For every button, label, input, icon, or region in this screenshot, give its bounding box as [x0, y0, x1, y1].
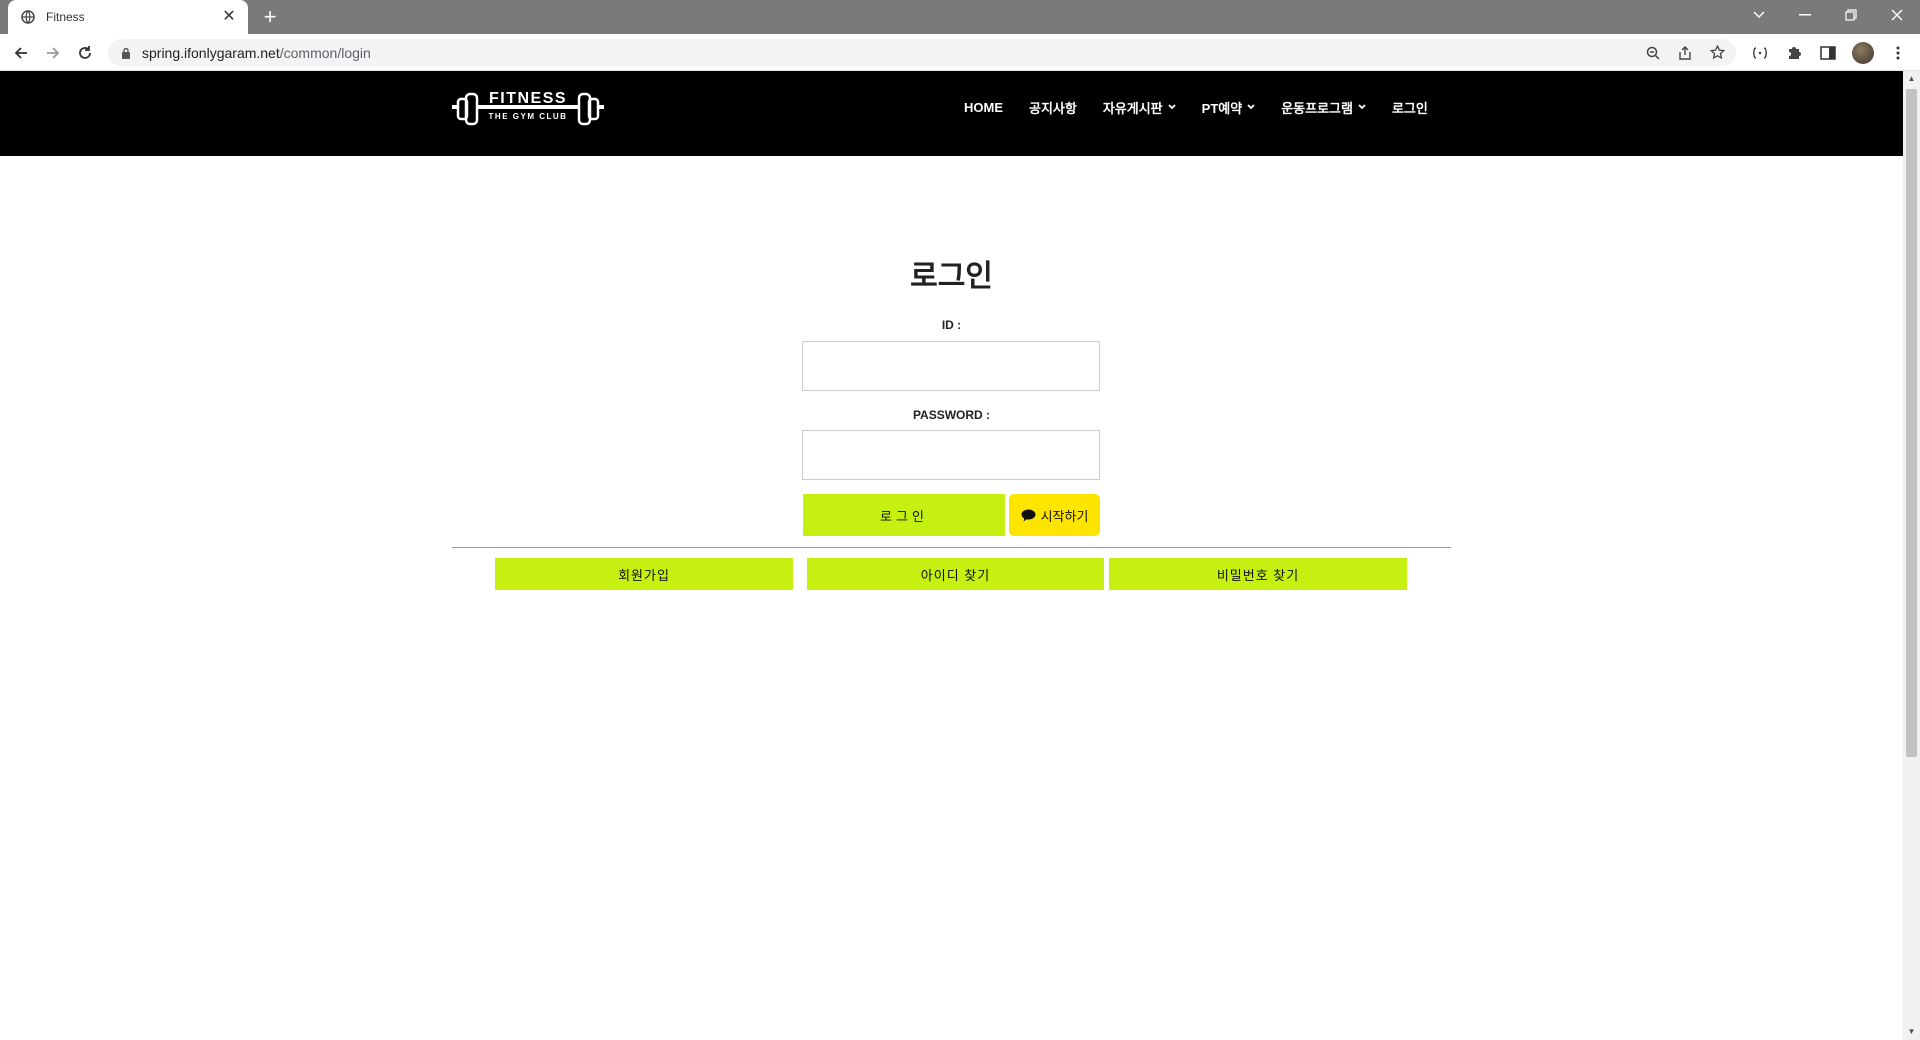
nav-label: 운동프로그램 — [1281, 100, 1353, 116]
nav-pt-reservation[interactable]: PT예약 — [1202, 98, 1256, 117]
logo-graphic: FITNESS THE GYM CLUB — [452, 90, 604, 126]
address-bar[interactable]: spring.ifonlygaram.net/common/login — [108, 39, 1736, 66]
globe-icon — [20, 9, 36, 25]
kebab-menu-icon[interactable] — [1888, 43, 1908, 63]
page-viewport: FITNESS THE GYM CLUB HOME 공지사항 자유게시판 PT예… — [0, 71, 1903, 1040]
scroll-down-icon[interactable]: ▼ — [1903, 1024, 1920, 1040]
find-password-button[interactable]: 비밀번호 찾기 — [1109, 558, 1407, 590]
extension-braces-icon[interactable] — [1750, 43, 1770, 63]
divider — [452, 547, 1451, 548]
back-arrow-icon[interactable] — [8, 40, 34, 66]
password-label: PASSWORD : — [912, 408, 991, 422]
omnibox-actions — [1644, 39, 1726, 66]
window-controls — [1736, 0, 1920, 34]
speech-bubble-icon — [1021, 509, 1036, 522]
id-label: ID : — [941, 318, 962, 332]
nav-login[interactable]: 로그인 — [1392, 98, 1428, 117]
page-title: 로그인 — [910, 259, 993, 294]
id-input[interactable] — [802, 341, 1100, 391]
main-nav: HOME 공지사항 자유게시판 PT예약 운동프로그램 로그인 — [964, 95, 1454, 119]
new-tab-button[interactable]: + — [258, 5, 282, 29]
profile-avatar[interactable] — [1852, 42, 1874, 64]
tab-search-icon[interactable] — [1736, 0, 1782, 30]
chevron-down-icon — [1247, 102, 1255, 112]
logo-main-text: FITNESS — [489, 90, 567, 107]
nav-notice[interactable]: 공지사항 — [1029, 98, 1077, 117]
url-text: spring.ifonlygaram.net/common/login — [142, 44, 371, 61]
logo-sub-text: THE GYM CLUB — [489, 112, 568, 121]
side-panel-icon[interactable] — [1818, 43, 1838, 63]
browser-tab[interactable]: Fitness ✕ — [8, 0, 248, 34]
nav-label: 로그인 — [1391, 100, 1428, 116]
signup-button[interactable]: 회원가입 — [495, 558, 793, 590]
restore-icon[interactable] — [1828, 0, 1874, 30]
login-button[interactable]: 로그인 — [803, 494, 1005, 536]
find-id-button[interactable]: 아이디 찾기 — [807, 558, 1104, 590]
lock-icon — [120, 47, 132, 59]
site-header: FITNESS THE GYM CLUB HOME 공지사항 자유게시판 PT예… — [0, 71, 1903, 156]
chevron-down-icon — [1168, 102, 1176, 112]
page-scrollbar[interactable]: ▲ ▼ — [1903, 71, 1920, 1040]
nav-label: 자유게시판 — [1102, 100, 1163, 116]
puzzle-icon[interactable] — [1784, 43, 1804, 63]
zoom-icon[interactable] — [1644, 44, 1662, 62]
scroll-up-icon[interactable]: ▲ — [1903, 71, 1920, 87]
kakao-label: 시작하기 — [1040, 508, 1089, 524]
fitness-logo[interactable]: FITNESS THE GYM CLUB — [452, 85, 604, 135]
reload-icon[interactable] — [72, 40, 98, 66]
share-icon[interactable] — [1676, 44, 1694, 62]
minimize-icon[interactable] — [1782, 0, 1828, 30]
scroll-thumb[interactable] — [1906, 89, 1917, 757]
browser-tab-strip: Fitness ✕ + — [0, 0, 1920, 34]
forward-arrow-icon[interactable] — [40, 40, 66, 66]
password-input[interactable] — [802, 430, 1100, 480]
nav-label: 공지사항 — [1029, 100, 1077, 116]
nav-label: HOME — [964, 99, 1003, 115]
tab-title: Fitness — [46, 10, 85, 24]
kakao-login-button[interactable]: 시작하기 — [1009, 494, 1100, 536]
browser-toolbar: spring.ifonlygaram.net/common/login — [0, 34, 1920, 71]
nav-free-board[interactable]: 자유게시판 — [1103, 98, 1176, 117]
nav-workout-program[interactable]: 운동프로그램 — [1281, 98, 1366, 117]
close-tab-icon[interactable]: ✕ — [220, 8, 238, 26]
chevron-down-icon — [1358, 102, 1366, 112]
star-icon[interactable] — [1708, 44, 1726, 62]
nav-label: PT예약 — [1201, 100, 1243, 116]
nav-home[interactable]: HOME — [964, 100, 1003, 115]
close-window-icon[interactable] — [1874, 0, 1920, 30]
extension-area — [1750, 40, 1908, 66]
